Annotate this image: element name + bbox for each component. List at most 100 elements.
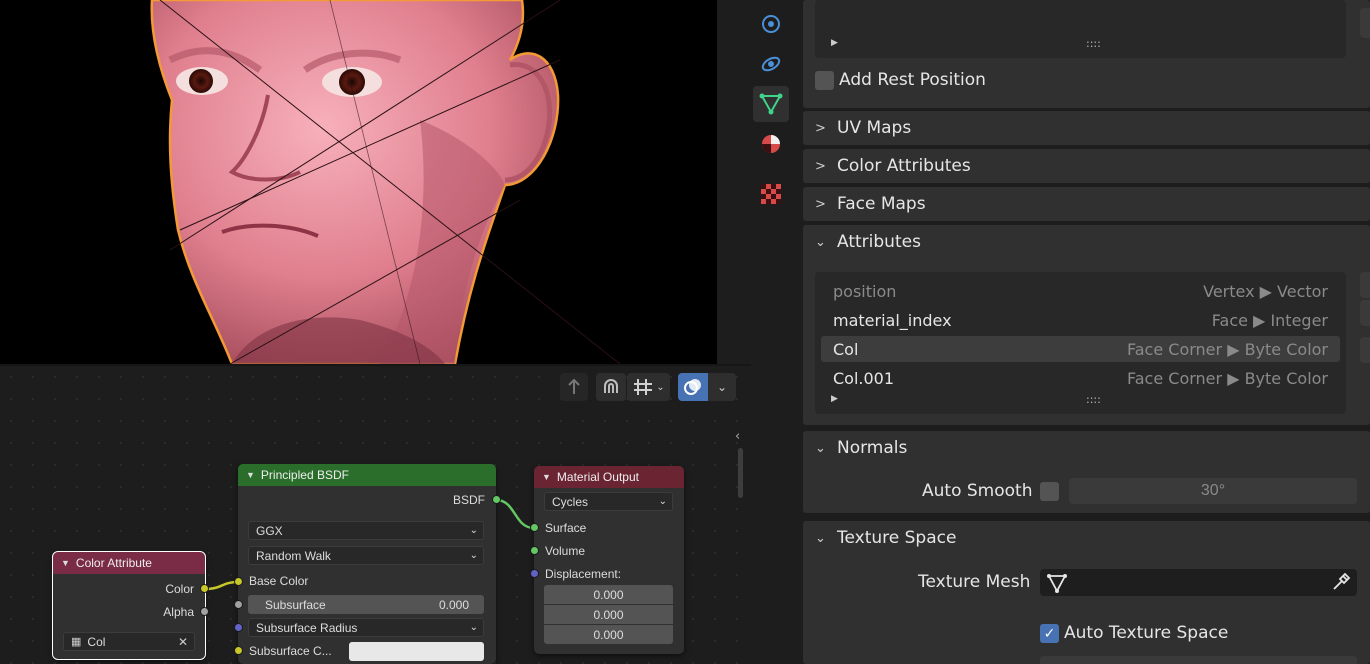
vector-value: 0.000: [593, 587, 624, 602]
panel-color-attributes[interactable]: > Color Attributes: [803, 149, 1370, 183]
attribute-type: Face Corner ▶ Byte Color: [1127, 368, 1328, 388]
add-attribute-button[interactable]: [1360, 272, 1370, 298]
bsdf-output-socket[interactable]: [492, 495, 501, 504]
previous-list[interactable]: ▶ ::::: [815, 0, 1346, 58]
panel-title: Texture Space: [837, 528, 957, 548]
collapse-chevron-icon[interactable]: ▼: [542, 472, 551, 482]
color-attribute-icon: ▦: [71, 636, 82, 648]
volume-input-label: Volume: [545, 544, 586, 558]
panel-uv-maps[interactable]: > UV Maps: [803, 111, 1370, 145]
attribute-name: position: [833, 281, 897, 301]
subsurface-value: 0.000: [438, 597, 469, 612]
expand-list-icon[interactable]: ▶: [831, 38, 838, 48]
panel-title: Face Maps: [837, 194, 926, 214]
displacement-y-field[interactable]: 0.000: [544, 605, 673, 624]
subsurface-radius-input-socket[interactable]: [234, 623, 243, 632]
node-header[interactable]: ▼ Color Attribute: [53, 552, 205, 574]
surface-input-socket[interactable]: [530, 523, 539, 532]
node-title: Material Output: [556, 470, 639, 484]
auto-smooth-checkbox[interactable]: [1040, 482, 1059, 501]
location-field-partial[interactable]: [1040, 656, 1357, 664]
attribute-name: Col.001: [833, 368, 895, 388]
auto-smooth-label: Auto Smooth: [922, 481, 1033, 501]
auto-texture-space-checkbox[interactable]: ✓: [1040, 624, 1059, 643]
volume-input-socket[interactable]: [530, 546, 539, 555]
add-rest-position-checkbox[interactable]: [815, 71, 834, 90]
attribute-type: Face ▶ Integer: [1211, 310, 1328, 330]
expand-list-icon[interactable]: ▶: [831, 394, 838, 404]
tab-texture[interactable]: [753, 176, 789, 212]
alpha-output-socket[interactable]: [200, 607, 209, 616]
chevron-down-icon: ⌄: [469, 525, 478, 536]
displacement-input-socket[interactable]: [530, 569, 539, 578]
color-attribute-node[interactable]: ▼ Color Attribute Color Alpha ▦ Col ✕: [52, 551, 206, 660]
list-item[interactable]: material_index Face ▶ Integer: [821, 307, 1340, 333]
displacement-z-field[interactable]: 0.000: [544, 625, 673, 644]
list-resize-grip[interactable]: ::::: [1086, 37, 1101, 50]
attributes-list[interactable]: position Vertex ▶ Vector material_index …: [815, 272, 1346, 414]
principled-bsdf-node[interactable]: ▼ Principled BSDF BSDF GGX ⌄ Random Walk…: [238, 464, 496, 664]
subsurface-radius-label: Subsurface Radius: [256, 620, 358, 635]
eyedropper-icon[interactable]: [1331, 572, 1351, 592]
collapse-chevron-icon[interactable]: ▼: [246, 470, 255, 480]
panel-title: Color Attributes: [837, 156, 971, 176]
node-title: Color Attribute: [75, 556, 152, 570]
displacement-input-label: Displacement:: [545, 567, 622, 581]
base-color-label: Base Color: [249, 574, 309, 588]
subsurface-radius-dropdown[interactable]: Subsurface Radius ⌄: [248, 618, 484, 637]
clear-icon[interactable]: ✕: [178, 635, 188, 649]
subsurface-input-socket[interactable]: [234, 600, 243, 609]
list-item-selected[interactable]: Col Face Corner ▶ Byte Color: [821, 336, 1340, 362]
node-header[interactable]: ▼ Material Output: [534, 466, 684, 488]
panel-face-maps[interactable]: > Face Maps: [803, 187, 1370, 221]
subsurface-color-swatch[interactable]: [349, 642, 484, 661]
panel-title: Attributes: [837, 232, 921, 252]
tab-material[interactable]: [753, 126, 789, 162]
node-header[interactable]: ▼ Principled BSDF: [238, 464, 496, 486]
chevron-down-icon: ⌄: [815, 440, 826, 456]
panel-texture-space-header[interactable]: ⌄ Texture Space: [803, 521, 1370, 555]
node-title: Principled BSDF: [260, 468, 349, 482]
distribution-dropdown[interactable]: GGX ⌄: [248, 521, 484, 540]
texture-mesh-field[interactable]: [1040, 569, 1357, 596]
attribute-name: Col: [833, 339, 859, 359]
panel-normals-header[interactable]: ⌄ Normals: [803, 431, 1370, 465]
attribute-specials-dropdown[interactable]: [1360, 337, 1370, 363]
material-icon: [762, 135, 780, 153]
list-side-button[interactable]: [1360, 8, 1370, 38]
base-color-input-socket[interactable]: [234, 577, 243, 586]
color-output-socket[interactable]: [200, 584, 209, 593]
auto-smooth-angle-value: 30°: [1200, 482, 1226, 499]
panel-title: UV Maps: [837, 118, 912, 138]
auto-smooth-angle-field[interactable]: 30°: [1069, 478, 1357, 504]
color-layer-field[interactable]: ▦ Col ✕: [63, 632, 195, 651]
chevron-down-icon: ⌄: [815, 530, 826, 546]
add-rest-position-label: Add Rest Position: [839, 70, 986, 90]
subsurface-slider[interactable]: Subsurface 0.000: [248, 595, 484, 614]
constraint-icon: [761, 56, 781, 72]
attribute-type: Face Corner ▶ Byte Color: [1127, 339, 1328, 359]
list-resize-grip[interactable]: ::::: [1086, 393, 1101, 406]
subsurface-method-dropdown[interactable]: Random Walk ⌄: [248, 546, 484, 565]
list-item[interactable]: Col.001 Face Corner ▶ Byte Color: [821, 365, 1340, 391]
tab-mesh-data[interactable]: [753, 86, 789, 122]
collapse-chevron-icon[interactable]: ▼: [61, 558, 70, 568]
remove-attribute-button[interactable]: [1360, 300, 1370, 326]
tab-constraints[interactable]: [753, 46, 789, 82]
render-target-value: Cycles: [552, 494, 589, 509]
panel-attributes-header[interactable]: ⌄ Attributes: [803, 225, 1370, 259]
subsurface-color-label: Subsurface C...: [249, 644, 332, 658]
vector-value: 0.000: [593, 627, 624, 642]
displacement-x-field[interactable]: 0.000: [544, 585, 673, 604]
subsurface-color-input-socket[interactable]: [234, 646, 243, 655]
attribute-type: Vertex ▶ Vector: [1203, 281, 1328, 301]
render-target-dropdown[interactable]: Cycles ⌄: [544, 492, 673, 511]
list-item[interactable]: position Vertex ▶ Vector: [821, 278, 1340, 304]
color-layer-value: Col: [87, 634, 106, 649]
chevron-down-icon: ⌄: [469, 550, 478, 561]
distribution-value: GGX: [256, 523, 283, 538]
material-output-node[interactable]: ▼ Material Output Cycles ⌄ Surface Volum…: [534, 466, 684, 654]
chevron-down-icon: ⌄: [815, 234, 826, 250]
tab-physics[interactable]: [753, 6, 789, 42]
physics-icon: [762, 15, 780, 33]
